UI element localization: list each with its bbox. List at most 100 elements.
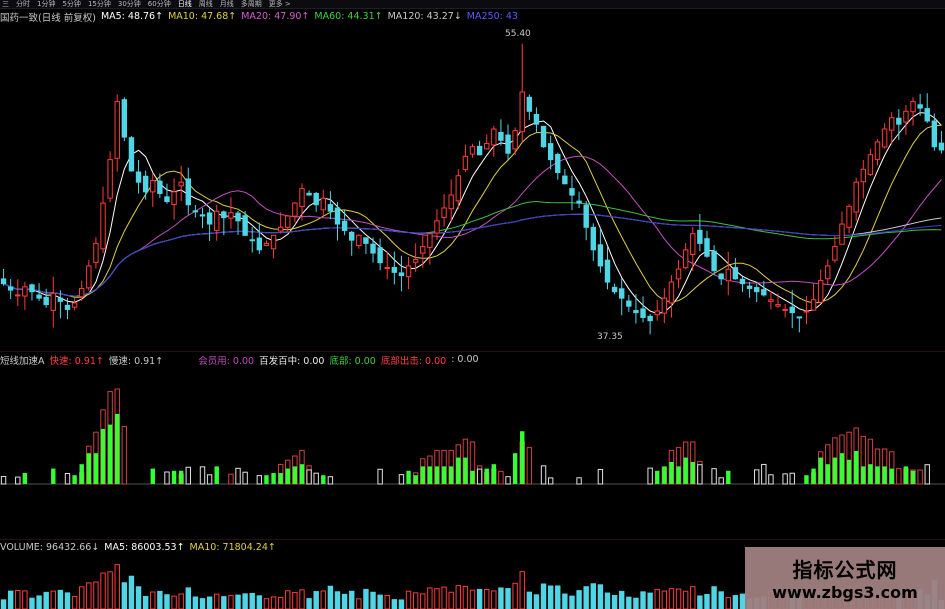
indicator-bar-green <box>655 470 660 484</box>
indicator-bar-white <box>199 466 206 485</box>
volume-bar <box>661 590 668 609</box>
indicator-legend: 短线加速A 快速: 0.91↑ 慢速: 0.91↑ 会员用: 0.00 百发百中… <box>0 353 484 367</box>
candle-body <box>214 210 220 231</box>
indicator-bar-green <box>100 429 106 484</box>
candle-body <box>448 194 454 210</box>
ma60-value: MA60: 44.31↑ <box>314 11 383 22</box>
candle-body <box>533 114 540 125</box>
candle-body <box>356 234 362 247</box>
volume-bar <box>562 593 568 609</box>
indicator-bar-white <box>782 473 788 485</box>
stock-name: 国药一致(日线 前复权) <box>0 12 96 24</box>
slow-value: 慢速: 0.91↑ <box>108 355 164 367</box>
candle-body <box>249 239 255 242</box>
volume-bar <box>547 585 554 609</box>
candle-body <box>590 226 596 251</box>
pane-divider[interactable] <box>0 539 945 540</box>
period-tab-5[interactable]: 30分钟 <box>118 0 141 8</box>
volume-bar <box>690 586 696 609</box>
indicator-bar-green <box>491 464 497 484</box>
ma20-value: MA20: 47.90↑ <box>241 11 310 22</box>
candle-body <box>654 310 660 316</box>
period-tab-1[interactable]: 分时 <box>16 0 30 8</box>
volume-bar <box>206 596 213 609</box>
period-tab-7[interactable]: 日线 <box>178 0 192 8</box>
indicator-chart[interactable] <box>0 366 945 516</box>
indicator-bar-green <box>406 470 411 484</box>
candle-body <box>754 287 760 293</box>
candle-body <box>263 242 270 247</box>
watermark-url: www.zbgs3.com <box>772 583 918 602</box>
indicator-bar-red <box>306 465 312 485</box>
volume-bar <box>640 591 646 609</box>
candle-body <box>228 212 234 219</box>
indicator-bar-green <box>93 453 99 484</box>
ma-line-ma5 <box>3 112 942 315</box>
volume-bar <box>654 589 660 609</box>
candle-body <box>881 128 888 148</box>
indicator-bar-green <box>413 475 418 484</box>
period-tab-0[interactable]: 三 <box>2 0 9 8</box>
candlestick-pane[interactable] <box>0 24 945 350</box>
candle-body <box>903 110 909 123</box>
candle-body <box>917 104 923 109</box>
volume-bar <box>512 582 518 609</box>
candle-body <box>938 142 945 151</box>
indicator-bar-green <box>72 475 77 484</box>
indicator-bar-white <box>235 467 241 485</box>
period-tab-3[interactable]: 5分钟 <box>62 0 80 8</box>
candle-body <box>682 249 689 269</box>
indicator-bar-green <box>271 473 276 484</box>
candle-body <box>192 210 199 213</box>
period-tab-2[interactable]: 1分钟 <box>37 0 55 8</box>
candle-body <box>661 297 668 314</box>
candle-body <box>640 308 646 318</box>
period-tab-6[interactable]: 60分钟 <box>148 0 171 8</box>
volume-bar <box>455 585 461 609</box>
indicator-bar-white <box>377 468 383 485</box>
candle-body <box>519 91 525 133</box>
indicator-bar-white <box>505 476 511 485</box>
candle-body <box>150 180 156 193</box>
volume-bar <box>121 582 128 609</box>
candle-body <box>22 286 28 297</box>
candlestick-chart[interactable] <box>0 24 945 350</box>
period-tab-9[interactable]: 月线 <box>220 0 234 8</box>
indicator-name: 短线加速A <box>0 355 45 367</box>
candle-body <box>491 128 497 146</box>
indicator-bar-green <box>22 473 28 484</box>
period-toolbar: 三分时 1分钟 5分钟 15分钟 30分钟 60分钟 日线 周线 月线 多周期 更多 > <box>0 0 945 9</box>
indicator-bar-white <box>647 467 653 485</box>
period-tab-8[interactable]: 周线 <box>199 0 213 8</box>
volume-bar <box>256 595 263 609</box>
period-tab-11[interactable]: 更多 > <box>269 0 291 8</box>
indicator-bar-green <box>868 464 873 484</box>
extra-value: : 0.00 <box>451 354 479 365</box>
volume-bar <box>576 590 582 609</box>
volume-bar <box>242 593 248 609</box>
candle-body <box>455 175 461 202</box>
indicator-pane[interactable] <box>0 366 945 516</box>
volume-bar <box>292 592 298 609</box>
indicator-bar-white <box>761 463 767 485</box>
indicator-bar-white <box>256 475 263 485</box>
period-tab-4[interactable]: 15分钟 <box>88 0 111 8</box>
indicator-bar-green <box>427 466 433 484</box>
candle-body <box>846 205 852 228</box>
volume-bar <box>228 594 234 609</box>
candle-body <box>789 306 795 314</box>
volume-bar <box>341 593 348 609</box>
candle-body <box>697 229 703 244</box>
candle-body <box>29 284 35 293</box>
candle-body <box>270 234 277 250</box>
candle-body <box>242 215 248 236</box>
volume-bar <box>263 598 270 609</box>
period-tab-10[interactable]: 多周期 <box>241 0 262 8</box>
candle-body <box>832 246 838 261</box>
volume-bar <box>427 587 433 609</box>
volume-bar <box>633 597 639 609</box>
candle-body <box>100 202 106 250</box>
candle-body <box>206 212 213 225</box>
candle-body <box>562 175 568 185</box>
ma120-value: MA120: 43.27↓ <box>387 11 462 22</box>
